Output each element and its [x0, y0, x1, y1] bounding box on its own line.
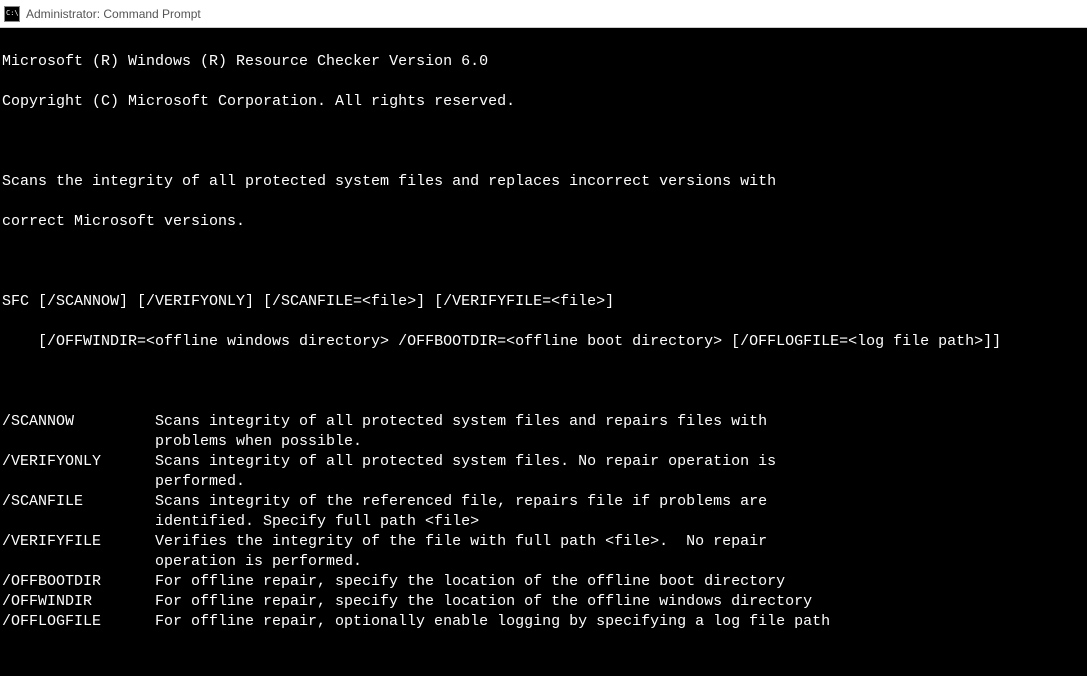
cmd-icon: C:\ — [4, 6, 20, 22]
blank-line — [2, 652, 1085, 672]
option-key: /SCANFILE — [2, 492, 155, 512]
option-desc: problems when possible. — [155, 432, 362, 452]
terminal-output[interactable]: Microsoft (R) Windows (R) Resource Check… — [0, 28, 1087, 676]
option-desc: Scans integrity of all protected system … — [155, 412, 767, 432]
option-desc: For offline repair, specify the location… — [155, 592, 812, 612]
blank-line — [2, 252, 1085, 272]
output-line: [/OFFWINDIR=<offline windows directory> … — [2, 332, 1085, 352]
option-key: /SCANNOW — [2, 412, 155, 432]
option-key: /VERIFYFILE — [2, 532, 155, 552]
option-line: /OFFLOGFILEFor offline repair, optionall… — [2, 612, 1085, 632]
option-line: problems when possible. — [2, 432, 1085, 452]
blank-line — [2, 372, 1085, 392]
option-desc: Scans integrity of all protected system … — [155, 452, 776, 472]
option-desc: For offline repair, optionally enable lo… — [155, 612, 830, 632]
output-line: Copyright (C) Microsoft Corporation. All… — [2, 92, 1085, 112]
option-desc: operation is performed. — [155, 552, 362, 572]
output-line: correct Microsoft versions. — [2, 212, 1085, 232]
window-titlebar[interactable]: C:\ Administrator: Command Prompt — [0, 0, 1087, 28]
option-line: identified. Specify full path <file> — [2, 512, 1085, 532]
window-title: Administrator: Command Prompt — [26, 7, 201, 21]
indent — [2, 552, 155, 572]
svg-text:C:\: C:\ — [6, 9, 19, 17]
option-desc: performed. — [155, 472, 245, 492]
blank-line — [2, 132, 1085, 152]
option-line: /VERIFYONLYScans integrity of all protec… — [2, 452, 1085, 472]
option-key: /OFFWINDIR — [2, 592, 155, 612]
indent — [2, 472, 155, 492]
indent — [2, 432, 155, 452]
option-line: performed. — [2, 472, 1085, 492]
option-desc: For offline repair, specify the location… — [155, 572, 785, 592]
option-key: /VERIFYONLY — [2, 452, 155, 472]
option-line: /OFFWINDIRFor offline repair, specify th… — [2, 592, 1085, 612]
indent — [2, 512, 155, 532]
option-key: /OFFBOOTDIR — [2, 572, 155, 592]
option-desc: identified. Specify full path <file> — [155, 512, 479, 532]
option-line: operation is performed. — [2, 552, 1085, 572]
output-line: SFC [/SCANNOW] [/VERIFYONLY] [/SCANFILE=… — [2, 292, 1085, 312]
option-desc: Scans integrity of the referenced file, … — [155, 492, 767, 512]
output-line: Microsoft (R) Windows (R) Resource Check… — [2, 52, 1085, 72]
option-line: /VERIFYFILEVerifies the integrity of the… — [2, 532, 1085, 552]
option-line: /SCANFILEScans integrity of the referenc… — [2, 492, 1085, 512]
option-desc: Verifies the integrity of the file with … — [155, 532, 767, 552]
option-line: /OFFBOOTDIRFor offline repair, specify t… — [2, 572, 1085, 592]
output-line: Scans the integrity of all protected sys… — [2, 172, 1085, 192]
option-key: /OFFLOGFILE — [2, 612, 155, 632]
option-line: /SCANNOWScans integrity of all protected… — [2, 412, 1085, 432]
